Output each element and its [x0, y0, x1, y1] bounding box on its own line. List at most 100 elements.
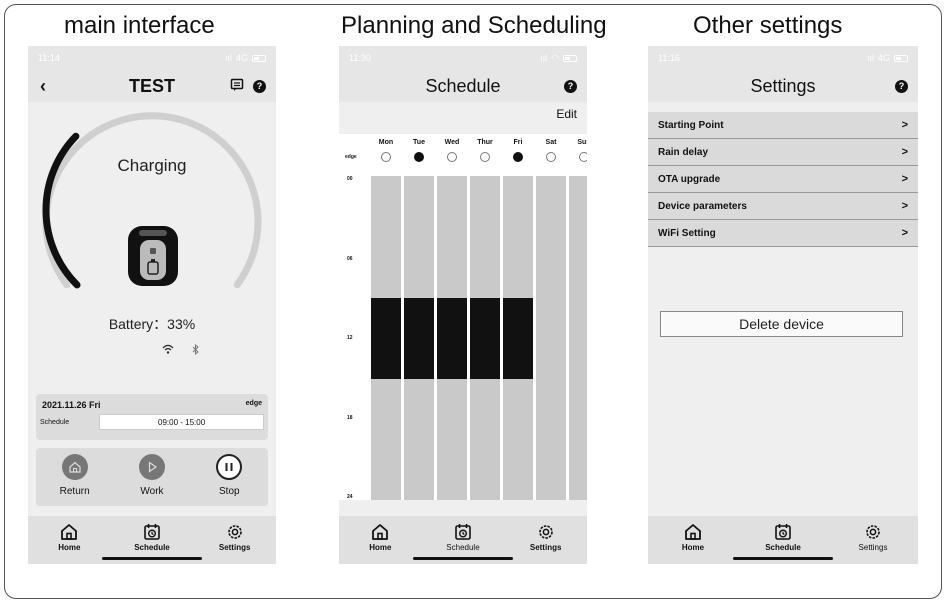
schedule-time: 09:00 - 15:00 [99, 414, 264, 430]
tab-settings[interactable]: Settings [511, 522, 581, 552]
tab-settings-label: Settings [529, 543, 562, 552]
page-title: TEST [128, 75, 175, 96]
days-row: edge Mon Tue Wed Thur Fri Sat Sun [339, 134, 587, 170]
day-label: Thur [477, 139, 493, 146]
day-radio-wed[interactable] [447, 152, 457, 162]
play-icon [138, 454, 165, 480]
return-label: Return [59, 486, 90, 497]
wifi-icon: ◠ [551, 52, 559, 63]
tab-settings[interactable]: Settings [200, 522, 270, 552]
chevron-right-icon: > [901, 173, 908, 185]
mower-robot-icon [128, 226, 178, 286]
scheduled-block[interactable] [437, 297, 467, 379]
day-column-wed[interactable] [437, 176, 467, 500]
back-icon[interactable]: ‹ [40, 76, 46, 97]
return-button[interactable]: Return [45, 454, 105, 506]
scheduled-block[interactable] [371, 297, 401, 379]
help-icon[interactable]: ? [564, 79, 577, 93]
hour-label: 00 [347, 176, 353, 182]
nav-bar: ‹ TEST ? [28, 70, 276, 102]
day-column-fri[interactable] [503, 176, 533, 500]
zone-label: edge [245, 400, 262, 407]
day-label: Wed [444, 139, 460, 146]
status-time: 11:30 [349, 53, 371, 63]
delete-device-button[interactable]: Delete device [660, 311, 903, 337]
battery-icon [252, 54, 266, 62]
gear-icon [227, 525, 242, 539]
settings-item-device-parameters[interactable]: Device parameters > [648, 193, 918, 220]
day-column-tue[interactable] [404, 176, 434, 500]
mower-status: Charging [117, 156, 187, 175]
page-title: Schedule [425, 75, 501, 96]
battery-icon [894, 54, 908, 62]
settings-item-label: Rain delay [658, 146, 709, 158]
message-icon[interactable] [230, 76, 244, 97]
tab-home[interactable]: Home [34, 522, 104, 552]
day-radio-sun[interactable] [579, 152, 587, 162]
day-column-sun[interactable] [569, 176, 587, 500]
status-time: 11:14 [38, 53, 60, 63]
tab-schedule[interactable]: Schedule [428, 522, 498, 552]
signal-icon: ııl [540, 53, 548, 63]
calendar-clock-icon [144, 524, 160, 540]
tab-schedule-label: Schedule [765, 543, 801, 552]
tab-home[interactable]: Home [345, 522, 415, 552]
settings-item-ota-upgrade[interactable]: OTA upgrade > [648, 166, 918, 193]
tab-home-label: Home [58, 543, 81, 552]
home-icon [685, 524, 701, 540]
day-radio-mon[interactable] [381, 152, 391, 162]
signal-icon: ııl [224, 53, 232, 63]
tab-schedule[interactable]: Schedule [748, 522, 818, 552]
phone-main-interface: 11:14 ııl 4G ‹ TEST ? Charging Battery：33… [28, 46, 276, 564]
work-label: Work [140, 486, 164, 497]
day-label: Sun [577, 139, 587, 146]
settings-item-label: Starting Point [658, 119, 724, 131]
signal-icon: ııl [866, 53, 874, 63]
stop-button[interactable]: Stop [199, 454, 259, 506]
schedule-label: Schedule [40, 418, 70, 426]
day-column-sat[interactable] [536, 176, 566, 500]
scheduled-block[interactable] [503, 297, 533, 379]
help-icon[interactable]: ? [895, 79, 908, 93]
hour-label: 12 [347, 335, 353, 341]
tab-schedule-label: Schedule [134, 543, 170, 552]
day-label: Sat [545, 139, 557, 146]
tab-settings[interactable]: Settings [838, 522, 908, 552]
phone-settings: 11:16 ııl 4G Settings ? Starting Point > R… [648, 46, 918, 564]
settings-item-rain-delay[interactable]: Rain delay > [648, 139, 918, 166]
home-indicator [733, 557, 833, 560]
day-radio-thur[interactable] [480, 152, 490, 162]
home-indicator [413, 557, 513, 560]
chevron-right-icon: > [901, 200, 908, 212]
bluetooth-icon [192, 344, 199, 355]
day-radio-tue[interactable] [414, 152, 424, 162]
tab-home-label: Home [369, 543, 392, 552]
chevron-right-icon: > [901, 119, 908, 131]
nav-bar: Settings ? [648, 70, 918, 102]
scheduled-block[interactable] [404, 297, 434, 379]
help-icon[interactable]: ? [253, 79, 266, 93]
work-button[interactable]: Work [122, 454, 182, 506]
scheduled-block[interactable] [470, 297, 500, 379]
battery-icon [563, 54, 577, 62]
day-column-thur[interactable] [470, 176, 500, 500]
tab-home[interactable]: Home [658, 522, 728, 552]
edge-label: edge [345, 154, 357, 160]
signal-indicator: ııl 4G [225, 53, 266, 63]
edit-button[interactable]: Edit [556, 102, 577, 126]
schedule-card: 2021.11.26 Fri edge Schedule 09:00 - 15:00 [36, 394, 268, 440]
date-label: 2021.11.26 Fri [42, 400, 101, 410]
day-radio-sat[interactable] [546, 152, 556, 162]
phone-schedule: 11:30 ııl ◠ Schedule ? Edit edge Mon Tue We… [339, 46, 587, 564]
day-column-mon[interactable] [371, 176, 401, 500]
settings-item-label: Device parameters [658, 200, 747, 212]
day-radio-fri[interactable] [513, 152, 523, 162]
settings-item-starting-point[interactable]: Starting Point > [648, 112, 918, 139]
tab-settings-label: Settings [858, 543, 888, 552]
signal-indicator: ııl ◠ [540, 53, 577, 64]
hour-label: 24 [347, 494, 353, 500]
tab-schedule[interactable]: Schedule [117, 522, 187, 552]
calendar-clock-icon [455, 524, 471, 540]
day-label: Mon [378, 139, 394, 146]
settings-item-wifi-setting[interactable]: WiFi Setting > [648, 220, 918, 247]
